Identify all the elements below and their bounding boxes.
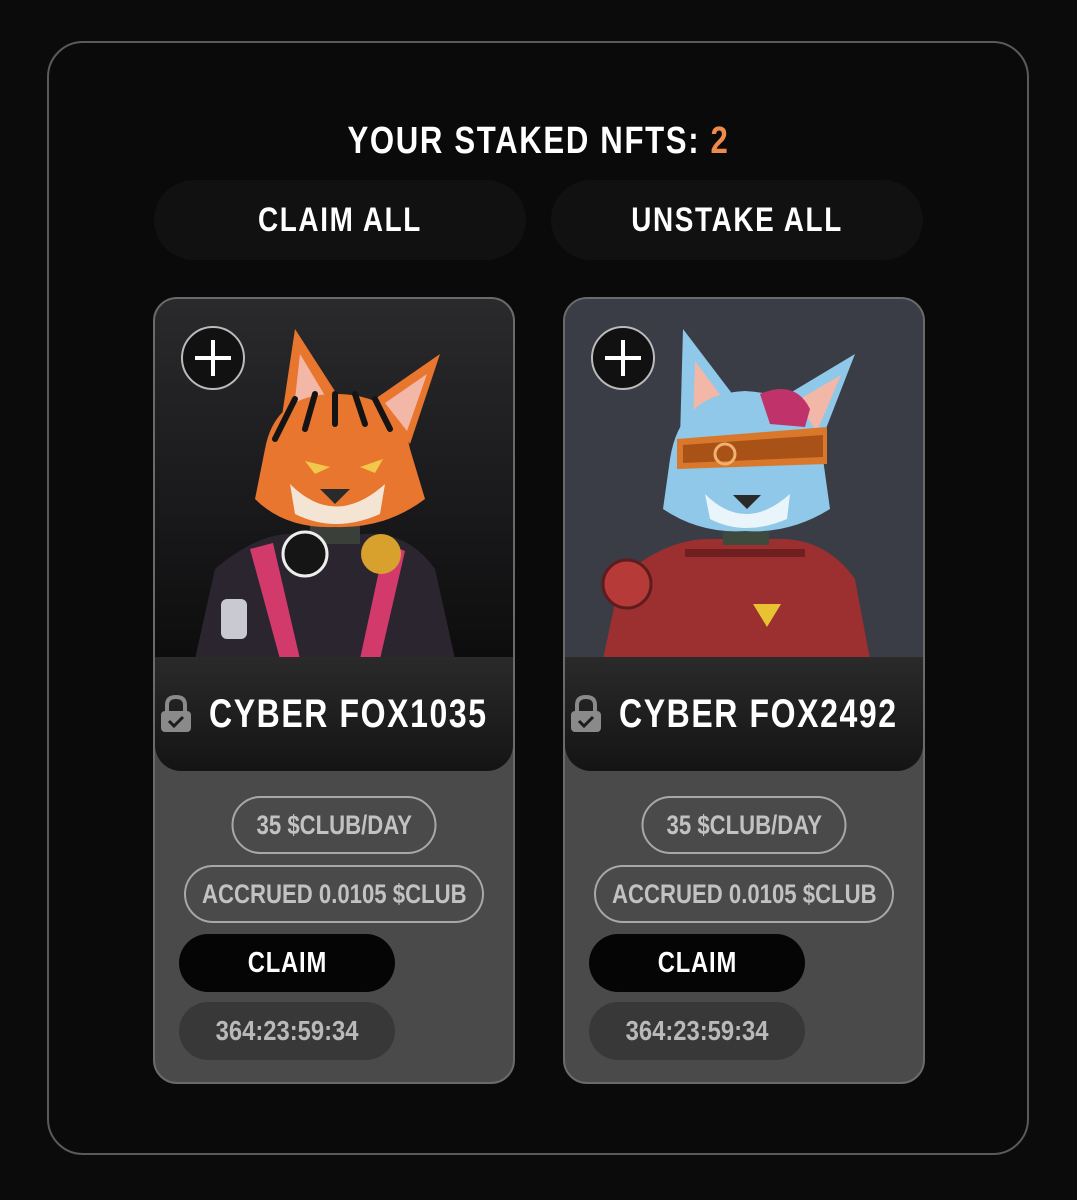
add-nft-button[interactable] [591,326,655,390]
accrued-text: ACCRUED 0.0105 $CLUB [201,878,467,909]
timer-text: 364:23:59:34 [625,1015,769,1046]
unstake-all-label: UNSTAKE ALL [631,200,843,239]
nft-name-bar: CYBER FOX2492 [565,657,923,771]
claim-all-label: CLAIM ALL [258,200,422,239]
stake-timer: 364:23:59:34 [589,1002,805,1060]
claim-all-button[interactable]: CLAIM ALL [154,180,526,260]
reward-rate-badge: 35 $CLUB/DAY [231,796,437,854]
accrued-badge: ACCRUED 0.0105 $CLUB [184,865,484,923]
reward-rate-text: 35 $CLUB/DAY [256,809,412,840]
lock-icon [161,694,191,732]
nft-card: CYBER FOX2492 35 $CLUB/DAY ACCRUED 0.010… [563,297,925,1084]
claim-label: CLAIM [247,946,327,979]
accrued-badge: ACCRUED 0.0105 $CLUB [594,865,894,923]
claim-button[interactable]: CLAIM [179,934,395,992]
unstake-all-button[interactable]: UNSTAKE ALL [551,180,923,260]
reward-rate-badge: 35 $CLUB/DAY [641,796,847,854]
add-nft-button[interactable] [181,326,245,390]
reward-rate-text: 35 $CLUB/DAY [666,809,822,840]
claim-label: CLAIM [657,946,737,979]
claim-button[interactable]: CLAIM [589,934,805,992]
nft-name-bar: CYBER FOX1035 [155,657,513,771]
page-title: YOUR STAKED NFTS: 2 [97,120,980,163]
lock-icon [571,694,601,732]
accrued-text: ACCRUED 0.0105 $CLUB [611,878,877,909]
nft-name: CYBER FOX1035 [209,691,488,736]
timer-text: 364:23:59:34 [215,1015,359,1046]
title-prefix: YOUR STAKED NFTS: [347,120,701,162]
nft-name: CYBER FOX2492 [619,691,898,736]
stake-timer: 364:23:59:34 [179,1002,395,1060]
nft-card: CYBER FOX1035 35 $CLUB/DAY ACCRUED 0.010… [153,297,515,1084]
staked-count: 2 [710,120,730,162]
